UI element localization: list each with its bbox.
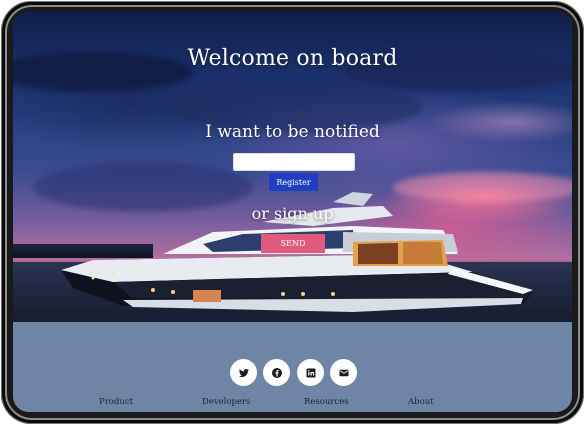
signup-heading: or sign up xyxy=(251,204,334,223)
hero-banner: Welcome on board I want to be notified R… xyxy=(13,12,572,322)
email-button[interactable] xyxy=(330,359,357,386)
footer-link-about[interactable]: About xyxy=(408,397,434,407)
footer-link-product[interactable]: Product xyxy=(99,397,133,407)
email-icon xyxy=(339,369,348,376)
register-button[interactable]: Register xyxy=(269,173,318,191)
footer-link-developers[interactable]: Developers xyxy=(202,397,250,407)
hero-title: Welcome on board xyxy=(187,46,398,71)
notify-heading: I want to be notified xyxy=(205,122,380,142)
screen: Welcome on board I want to be notified R… xyxy=(13,12,572,412)
send-button[interactable]: SEND xyxy=(261,234,325,253)
linkedin-button[interactable] xyxy=(297,359,324,386)
footer: Product Developers Resources About xyxy=(13,322,572,412)
footer-link-resources[interactable]: Resources xyxy=(304,397,349,407)
linkedin-icon xyxy=(306,368,315,377)
facebook-icon xyxy=(271,367,282,378)
twitter-button[interactable] xyxy=(230,359,257,386)
twitter-icon xyxy=(238,368,249,377)
email-field[interactable] xyxy=(233,153,355,171)
facebook-button[interactable] xyxy=(263,359,290,386)
